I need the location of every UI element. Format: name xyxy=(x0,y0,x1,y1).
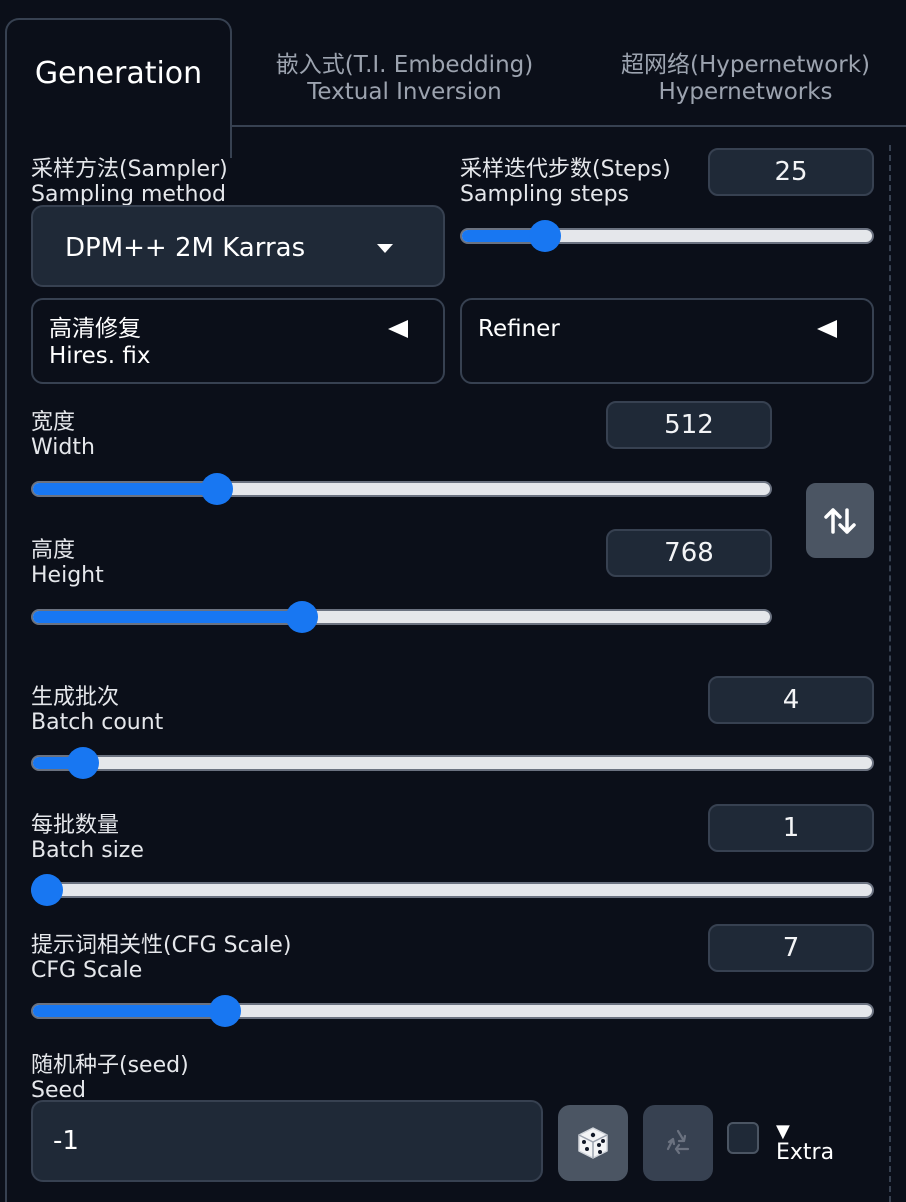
steps-label: 采样迭代步数(Steps) Sampling steps xyxy=(460,157,671,207)
width-label-zh: 宽度 xyxy=(31,410,76,435)
steps-label-zh: 采样迭代步数(Steps) xyxy=(460,157,671,182)
batch-size-slider[interactable] xyxy=(31,874,874,906)
hires-fix-label-zh: 高清修复 xyxy=(49,316,141,342)
sampler-dropdown[interactable]: DPM++ 2M Karras xyxy=(31,205,445,287)
tab-textual-inversion-label-en: Textual Inversion xyxy=(307,79,502,105)
height-number-input[interactable]: 768 xyxy=(606,529,772,577)
hires-fix-accordion[interactable]: 高清修复 Hires. fix xyxy=(31,298,445,384)
batch-size-number-input[interactable]: 1 xyxy=(708,804,874,852)
tab-bar-underline xyxy=(230,125,906,127)
triangle-left-icon xyxy=(817,320,837,338)
batch-size-label-zh: 每批数量 xyxy=(31,813,120,838)
height-label: 高度 Height xyxy=(31,538,104,588)
extra-label[interactable]: Extra xyxy=(776,1140,834,1165)
txt2img-panel: Generation 嵌入式(T.I. Embedding) Textual I… xyxy=(0,0,906,1202)
batch-size-label-en: Batch size xyxy=(31,838,144,863)
refiner-label: Refiner xyxy=(478,316,560,342)
width-number-input[interactable]: 512 xyxy=(606,401,772,449)
height-slider[interactable] xyxy=(31,601,772,633)
sampler-value: DPM++ 2M Karras xyxy=(65,233,306,263)
tab-hypernetworks-label-en: Hypernetworks xyxy=(658,79,833,105)
seed-input[interactable]: -1 xyxy=(31,1100,543,1182)
swap-arrows-icon xyxy=(824,507,856,534)
width-label: 宽度 Width xyxy=(31,410,95,460)
triangle-down-icon: ▼ xyxy=(776,1121,790,1142)
batch-size-slider-thumb[interactable] xyxy=(31,874,63,906)
tab-generation-label: Generation xyxy=(34,56,203,91)
reuse-seed-button[interactable] xyxy=(643,1105,713,1181)
steps-slider-thumb[interactable] xyxy=(528,220,561,252)
triangle-left-icon xyxy=(388,320,408,338)
random-seed-button[interactable] xyxy=(558,1105,628,1181)
cfg-scale-label-en: CFG Scale xyxy=(31,958,143,983)
dice-icon xyxy=(578,1127,608,1159)
batch-size-label: 每批数量 Batch size xyxy=(31,813,144,863)
tab-textual-inversion[interactable]: 嵌入式(T.I. Embedding) Textual Inversion xyxy=(232,52,577,106)
batch-count-slider[interactable] xyxy=(31,747,874,779)
batch-count-label-en: Batch count xyxy=(31,710,164,735)
hires-fix-label-en: Hires. fix xyxy=(49,343,151,369)
cfg-scale-slider-thumb[interactable] xyxy=(209,995,242,1027)
width-slider-thumb[interactable] xyxy=(201,473,234,505)
batch-count-slider-thumb[interactable] xyxy=(67,747,100,779)
sampler-label-zh: 采样方法(Sampler) xyxy=(31,157,228,182)
panel-border xyxy=(5,150,7,1202)
tab-hypernetworks[interactable]: 超网络(Hypernetwork) Hypernetworks xyxy=(585,52,906,106)
batch-count-label-zh: 生成批次 xyxy=(31,685,120,710)
hires-fix-label: 高清修复 Hires. fix xyxy=(49,316,151,370)
steps-label-en: Sampling steps xyxy=(460,182,630,207)
swap-dimensions-button[interactable] xyxy=(806,483,874,558)
column-divider xyxy=(889,145,891,1202)
height-label-zh: 高度 xyxy=(31,538,76,563)
width-label-en: Width xyxy=(31,435,95,460)
tab-generation[interactable]: Generation xyxy=(5,18,232,158)
seed-label-zh: 随机种子(seed) xyxy=(31,1053,189,1078)
refiner-accordion[interactable]: Refiner xyxy=(460,298,874,384)
height-label-en: Height xyxy=(31,563,104,588)
extra-checkbox[interactable] xyxy=(727,1122,759,1154)
width-slider-fill xyxy=(33,483,218,495)
seed-label: 随机种子(seed) Seed xyxy=(31,1053,189,1103)
height-slider-thumb[interactable] xyxy=(286,601,319,633)
batch-count-number-input[interactable]: 4 xyxy=(708,676,874,724)
steps-number-input[interactable]: 25 xyxy=(708,148,874,196)
batch-count-label: 生成批次 Batch count xyxy=(31,685,163,735)
steps-slider[interactable] xyxy=(460,220,874,252)
sampler-label: 采样方法(Sampler) Sampling method xyxy=(31,157,228,207)
cfg-scale-slider[interactable] xyxy=(31,995,874,1027)
tab-textual-inversion-label-zh: 嵌入式(T.I. Embedding) xyxy=(275,52,534,78)
recycle-icon xyxy=(666,1129,690,1155)
cfg-scale-slider-fill xyxy=(33,1005,226,1017)
cfg-scale-label: 提示词相关性(CFG Scale) CFG Scale xyxy=(31,933,291,983)
cfg-scale-number-input[interactable]: 7 xyxy=(708,924,874,972)
tab-hypernetworks-label-zh: 超网络(Hypernetwork) xyxy=(620,52,871,78)
width-slider[interactable] xyxy=(31,473,772,505)
height-slider-fill xyxy=(33,611,303,623)
chevron-down-icon xyxy=(377,244,393,253)
sampler-label-en: Sampling method xyxy=(31,182,226,207)
cfg-scale-label-zh: 提示词相关性(CFG Scale) xyxy=(31,933,292,958)
